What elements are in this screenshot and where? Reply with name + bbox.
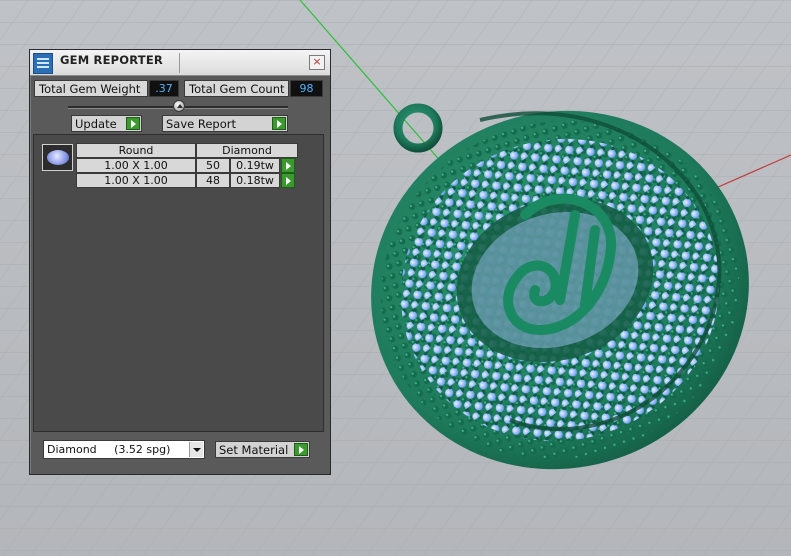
save-report-button[interactable]: Save Report xyxy=(162,115,288,132)
close-icon: × xyxy=(312,55,322,68)
row-2-play-icon[interactable] xyxy=(281,173,295,188)
play-arrow-icon xyxy=(294,443,308,456)
row-2-count: 48 xyxy=(196,173,230,188)
material-select[interactable]: Diamond (3.52 spg) xyxy=(43,440,205,459)
play-arrow-icon xyxy=(126,117,140,130)
gem-list-area: Round Diamond 1.00 X 1.00 50 0.19tw 1.00… xyxy=(33,134,324,432)
total-gem-count-label: Total Gem Count xyxy=(184,80,289,97)
row-2-size: 1.00 X 1.00 xyxy=(76,173,196,188)
collapse-toggle-icon[interactable] xyxy=(173,100,185,112)
row-2-weight: 0.18tw xyxy=(230,173,280,188)
row-1-size: 1.00 X 1.00 xyxy=(76,158,196,173)
panel-title: GEM REPORTER xyxy=(60,53,163,67)
update-label: Update xyxy=(75,117,117,131)
gem-reporter-panel: GEM REPORTER × Total Gem Weight .37 Tota… xyxy=(29,49,331,475)
set-material-button[interactable]: Set Material xyxy=(215,441,310,458)
save-report-label: Save Report xyxy=(166,117,237,131)
total-gem-weight-label: Total Gem Weight xyxy=(34,80,148,97)
set-material-label: Set Material xyxy=(219,443,289,457)
gem-reporter-app-icon xyxy=(33,53,53,74)
total-gem-weight-value: .37 xyxy=(149,80,179,97)
play-arrow-icon xyxy=(272,117,286,130)
title-separator xyxy=(179,53,180,73)
update-button[interactable]: Update xyxy=(71,115,142,132)
round-gem-icon[interactable] xyxy=(42,144,73,171)
total-gem-count-value: 98 xyxy=(290,80,323,97)
material-select-value: Diamond (3.52 spg) xyxy=(47,443,171,456)
row-1-play-icon[interactable] xyxy=(281,158,295,173)
panel-titlebar[interactable]: GEM REPORTER × xyxy=(30,50,330,76)
chevron-down-icon[interactable] xyxy=(189,442,203,457)
header-round: Round xyxy=(76,143,196,158)
row-1-count: 50 xyxy=(196,158,230,173)
close-button[interactable]: × xyxy=(309,55,325,70)
header-diamond: Diamond xyxy=(196,143,298,158)
row-1-weight: 0.19tw xyxy=(230,158,280,173)
